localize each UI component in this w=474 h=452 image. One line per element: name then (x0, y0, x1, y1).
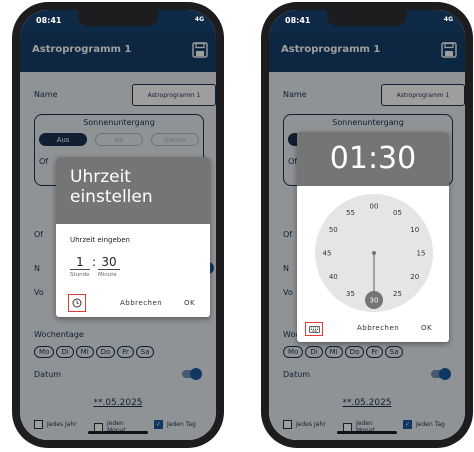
dial-number-30[interactable]: 30 (370, 297, 379, 305)
time-input-dialog: Uhrzeit einstellen Uhrzeit eingeben 1 : … (56, 157, 210, 317)
home-indicator (337, 431, 397, 434)
phone-right: 08:41 4G Astroprogramm 1 Name Astroprogr… (261, 2, 473, 448)
clock-dial[interactable]: 00 05 10 15 20 25 30 35 40 45 50 55 (315, 194, 433, 312)
phone-left: 08:41 4G Astroprogramm 1 Name Astroprogr… (12, 2, 224, 448)
keyboard-icon (308, 325, 320, 333)
dial-number-15[interactable]: 15 (417, 250, 426, 258)
time-separator: : (92, 255, 97, 269)
status-network: 4G (443, 16, 453, 23)
minute-hint: Minute (98, 272, 117, 278)
clock-mode-button[interactable] (68, 294, 86, 312)
ok-button[interactable]: OK (184, 299, 195, 307)
notch (327, 10, 407, 26)
time-display[interactable]: 01:30 (297, 132, 449, 186)
dial-number-20[interactable]: 20 (410, 273, 419, 281)
clock-icon (72, 298, 82, 308)
hour-hint: Stunde (70, 272, 90, 278)
dial-number-40[interactable]: 40 (329, 273, 338, 281)
screen: 08:41 4G Astroprogramm 1 Name Astroprogr… (20, 10, 216, 440)
notch (78, 10, 158, 26)
screen: 08:41 4G Astroprogramm 1 Name Astroprogr… (269, 10, 465, 440)
dial-number-35[interactable]: 35 (346, 290, 355, 298)
dial-number-10[interactable]: 10 (410, 226, 419, 234)
hour-input[interactable]: 1 (70, 255, 90, 270)
dialog-subtitle: Uhrzeit eingeben (70, 236, 130, 244)
dial-number-00[interactable]: 00 (370, 203, 379, 211)
ok-button[interactable]: OK (421, 324, 432, 332)
dial-number-05[interactable]: 05 (393, 209, 402, 217)
dialog-header: Uhrzeit einstellen (56, 157, 210, 224)
status-time: 08:41 (285, 16, 311, 25)
keyboard-mode-button[interactable] (305, 322, 323, 336)
dial-number-25[interactable]: 25 (393, 290, 402, 298)
dial-center (372, 251, 376, 255)
minute-input[interactable]: 30 (98, 255, 120, 270)
cancel-button[interactable]: Abbrechen (120, 299, 162, 307)
status-time: 08:41 (36, 16, 62, 25)
dial-number-55[interactable]: 55 (346, 209, 355, 217)
dial-number-50[interactable]: 50 (329, 226, 338, 234)
status-network: 4G (194, 16, 204, 23)
time-picker-dialog: 01:30 00 05 10 15 20 25 30 35 40 45 50 55 Abbrechen… (297, 132, 449, 342)
cancel-button[interactable]: Abbrechen (357, 324, 399, 332)
dialog-title: Uhrzeit einstellen (70, 167, 153, 207)
dial-number-45[interactable]: 45 (323, 250, 332, 258)
home-indicator (88, 431, 148, 434)
